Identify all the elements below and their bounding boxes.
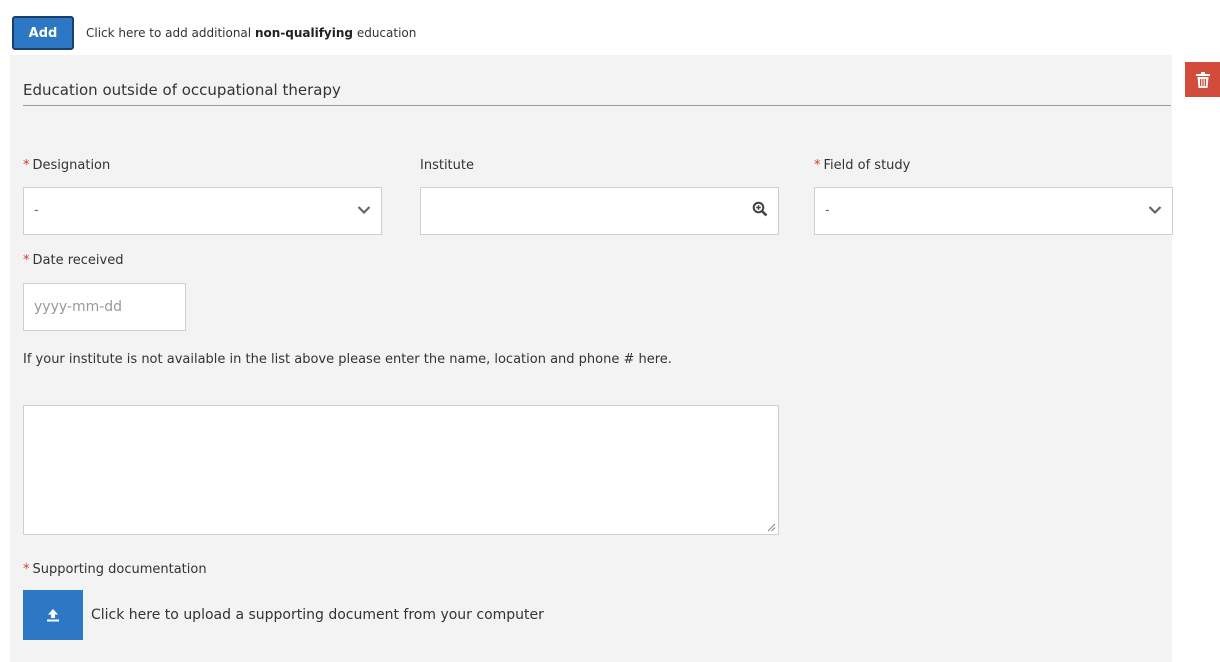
section-divider: [23, 105, 1171, 106]
field-of-study-select[interactable]: -: [814, 187, 1173, 235]
date-received-input[interactable]: yyyy-mm-dd: [23, 283, 186, 331]
designation-label: * Designation: [23, 158, 110, 173]
chevron-down-icon: [357, 206, 371, 215]
required-marker: *: [23, 253, 30, 268]
required-marker: *: [23, 158, 30, 173]
supporting-documentation-label-text: Supporting documentation: [32, 562, 207, 577]
other-institute-help-text: If your institute is not available in th…: [23, 352, 672, 367]
delete-section-button[interactable]: [1185, 62, 1220, 97]
date-received-label: * Date received: [23, 253, 123, 268]
upload-icon: [47, 609, 59, 622]
add-hint-bold: non-qualifying: [254, 26, 353, 40]
date-placeholder: yyyy-mm-dd: [34, 299, 123, 315]
supporting-documentation-label: * Supporting documentation: [23, 562, 207, 577]
chevron-down-icon: [1148, 206, 1162, 215]
resize-grip-icon[interactable]: [767, 523, 776, 532]
designation-value: -: [34, 203, 39, 218]
designation-label-text: Designation: [32, 158, 111, 173]
trash-icon: [1195, 71, 1210, 88]
designation-select[interactable]: -: [23, 187, 382, 235]
add-button[interactable]: Add: [12, 16, 74, 50]
add-education-row: Add Click here to add additional non-qua…: [12, 14, 416, 52]
other-institute-textarea[interactable]: [23, 405, 779, 535]
date-received-label-text: Date received: [32, 253, 124, 268]
required-marker: *: [23, 562, 30, 577]
upload-link[interactable]: Click here to upload a supporting docume…: [91, 607, 544, 623]
field-of-study-label-text: Field of study: [823, 158, 911, 173]
add-hint-pre: Click here to add additional: [86, 26, 255, 40]
institute-search-input[interactable]: [420, 187, 779, 235]
upload-button[interactable]: [23, 590, 83, 640]
institute-label: Institute: [420, 158, 474, 173]
field-of-study-label: * Field of study: [814, 158, 910, 173]
field-of-study-value: -: [825, 203, 830, 218]
add-hint-post: education: [353, 26, 417, 40]
magnify-plus-icon[interactable]: [752, 201, 768, 217]
education-panel: Education outside of occupational therap…: [10, 55, 1173, 662]
required-marker: *: [814, 158, 821, 173]
add-education-hint: Click here to add additional non-qualify…: [86, 26, 416, 40]
section-title: Education outside of occupational therap…: [23, 81, 341, 99]
